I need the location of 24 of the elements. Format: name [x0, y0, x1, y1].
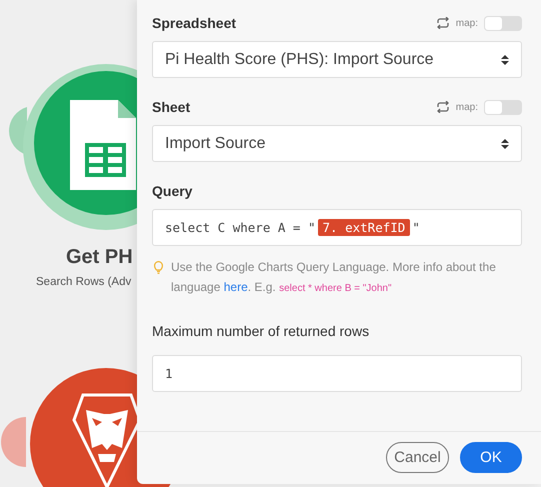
input-field[interactable]: 1	[152, 355, 522, 392]
query-field[interactable]: select C where A = " 7. extRefID "	[152, 209, 522, 246]
field-label: Query	[152, 183, 192, 199]
map-label: map:	[456, 102, 478, 112]
cancel-button[interactable]: Cancel	[386, 442, 449, 473]
hint-text: Use the Google Charts Query Language. More info about the language here. E.g. select * where B = "John"	[171, 259, 497, 296]
refresh-icon[interactable]	[436, 17, 450, 29]
module-title: Get PH	[66, 246, 133, 269]
refresh-icon[interactable]	[436, 101, 450, 113]
module-subtitle: Search Rows (Adv	[36, 276, 132, 288]
map-toggle[interactable]	[484, 16, 522, 30]
map-toggle[interactable]	[484, 100, 522, 114]
lightbulb-icon	[154, 261, 163, 274]
sort-arrows-icon	[501, 138, 509, 150]
map-label: map:	[456, 18, 478, 28]
help-link[interactable]: here	[224, 280, 248, 294]
field-label: Sheet	[152, 99, 190, 115]
select-field[interactable]: Pi Health Score (PHS): Import Source	[152, 41, 522, 78]
connector-handle[interactable]	[1, 417, 26, 467]
field-label: Spreadsheet	[152, 15, 236, 31]
select-field[interactable]: Import Source	[152, 125, 522, 162]
ok-button[interactable]: OK	[460, 442, 522, 473]
field-label: Maximum number of returned rows	[152, 323, 370, 339]
sort-arrows-icon	[501, 54, 509, 66]
